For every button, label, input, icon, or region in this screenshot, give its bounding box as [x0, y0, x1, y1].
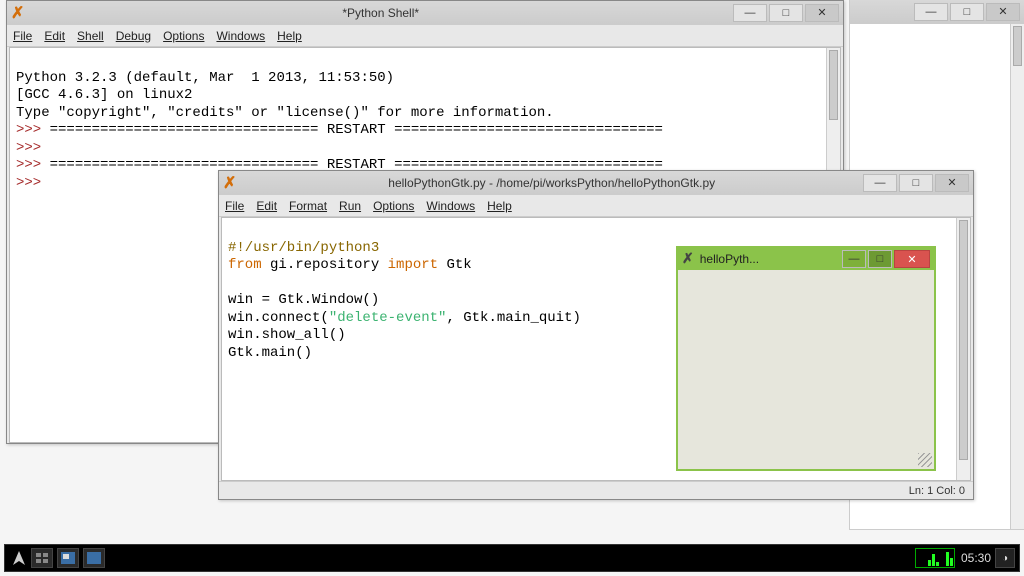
editor-minimize-button[interactable]: —: [863, 174, 897, 192]
shell-menu-file[interactable]: File: [13, 29, 32, 43]
shell-menu-debug[interactable]: Debug: [116, 29, 151, 43]
gtk-maximize-button[interactable]: □: [868, 250, 892, 268]
x-logo-icon: ✗: [11, 3, 24, 23]
editor-menu-format[interactable]: Format: [289, 199, 327, 213]
taskbar: 05:30 ◑: [4, 544, 1020, 572]
taskbar-iconify-button[interactable]: [31, 548, 53, 568]
editor-scrollbar[interactable]: [956, 218, 970, 480]
taskbar-session-button[interactable]: ◑: [995, 548, 1015, 568]
shell-menubar: File Edit Shell Debug Options Windows He…: [7, 25, 843, 47]
shell-minimize-button[interactable]: —: [733, 4, 767, 22]
shell-prompt: >>>: [16, 122, 50, 138]
bg-maximize-button[interactable]: □: [950, 3, 984, 21]
shell-menu-edit[interactable]: Edit: [44, 29, 65, 43]
taskbar-desktop2-button[interactable]: [83, 548, 105, 568]
gtk-title: helloPyth...: [700, 252, 840, 266]
shell-menu-windows[interactable]: Windows: [216, 29, 265, 43]
cpu-monitor-icon[interactable]: [915, 548, 955, 568]
gtk-titlebar[interactable]: ✗ helloPyth... — □ ✕: [678, 248, 934, 270]
shell-prompt2: >>>: [16, 140, 50, 156]
editor-menu-options[interactable]: Options: [373, 199, 414, 213]
code-shebang: #!/usr/bin/python3: [228, 240, 379, 256]
editor-menubar: File Edit Format Run Options Windows Hel…: [219, 195, 973, 217]
gtk-body: [678, 270, 934, 469]
shell-banner1: Python 3.2.3 (default, Mar 1 2013, 11:53…: [16, 70, 394, 86]
editor-menu-help[interactable]: Help: [487, 199, 512, 213]
editor-cursor-pos: Ln: 1 Col: 0: [909, 485, 965, 497]
editor-statusbar: Ln: 1 Col: 0: [219, 481, 973, 499]
bg-minimize-button[interactable]: —: [914, 3, 948, 21]
editor-titlebar[interactable]: ✗ helloPythonGtk.py - /home/pi/worksPyth…: [219, 171, 973, 195]
shell-title: *Python Shell*: [30, 6, 731, 20]
code-l7: Gtk.main(): [228, 345, 312, 361]
shell-prompt4: >>>: [16, 175, 50, 191]
code-l5a: win.connect(: [228, 310, 329, 326]
gtk-app-window: ✗ helloPyth... — □ ✕: [676, 246, 936, 471]
editor-menu-edit[interactable]: Edit: [256, 199, 277, 213]
x-logo-icon-2: ✗: [223, 173, 236, 193]
editor-maximize-button[interactable]: □: [899, 174, 933, 192]
shell-restart1: ================================ RESTART…: [50, 122, 663, 138]
code-l5c: , Gtk.main_quit): [446, 310, 580, 326]
shell-maximize-button[interactable]: □: [769, 4, 803, 22]
code-l5-str: "delete-event": [329, 310, 447, 326]
x-logo-icon-3: ✗: [682, 251, 694, 268]
taskbar-clock[interactable]: 05:30: [961, 551, 991, 565]
code-import-kw: import: [388, 257, 438, 273]
code-module: gi.repository: [262, 257, 388, 273]
resize-grip-icon[interactable]: [918, 453, 932, 467]
bg-close-button[interactable]: ✕: [986, 3, 1020, 21]
taskbar-desktop1-button[interactable]: [57, 548, 79, 568]
shell-banner3: Type "copyright", "credits" or "license(…: [16, 105, 554, 121]
shell-menu-shell[interactable]: Shell: [77, 29, 104, 43]
shell-close-button[interactable]: ✕: [805, 4, 839, 22]
editor-close-button[interactable]: ✕: [935, 174, 969, 192]
bg-titlebar: — □ ✕: [850, 0, 1024, 24]
start-menu-icon[interactable]: [9, 548, 29, 568]
gtk-minimize-button[interactable]: —: [842, 250, 866, 268]
code-l6: win.show_all(): [228, 327, 346, 343]
editor-menu-windows[interactable]: Windows: [426, 199, 475, 213]
gtk-close-button[interactable]: ✕: [894, 250, 930, 268]
bg-scrollbar[interactable]: [1010, 24, 1024, 529]
shell-menu-options[interactable]: Options: [163, 29, 204, 43]
shell-titlebar[interactable]: ✗ *Python Shell* — □ ✕: [7, 1, 843, 25]
shell-menu-help[interactable]: Help: [277, 29, 302, 43]
shell-prompt3: >>>: [16, 157, 50, 173]
editor-title: helloPythonGtk.py - /home/pi/worksPython…: [242, 176, 861, 190]
editor-menu-run[interactable]: Run: [339, 199, 361, 213]
code-from-kw: from: [228, 257, 262, 273]
code-gtk: Gtk: [438, 257, 472, 273]
code-l4: win = Gtk.Window(): [228, 292, 379, 308]
editor-menu-file[interactable]: File: [225, 199, 244, 213]
shell-banner2: [GCC 4.6.3] on linux2: [16, 87, 192, 103]
